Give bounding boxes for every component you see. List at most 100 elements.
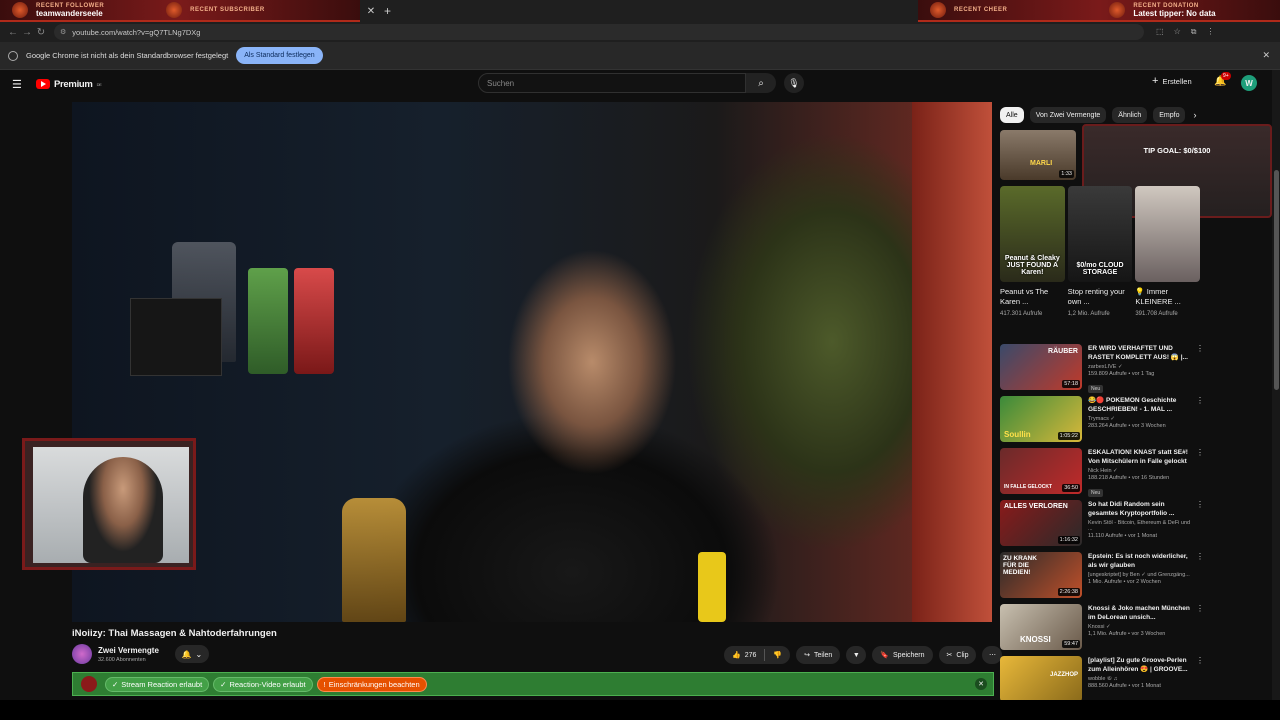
short-title[interactable]: 💡 Immer KLEINERE ... bbox=[1135, 287, 1200, 307]
install-icon[interactable]: ⬚ bbox=[1156, 27, 1164, 37]
video-info: Knossi & Joko machen München im DeLorean… bbox=[1088, 604, 1196, 654]
short-thumbnail[interactable]: MARLI 1:33 bbox=[1000, 130, 1076, 180]
short-title[interactable]: Peanut vs The Karen ... bbox=[1000, 287, 1065, 307]
extension-v-button[interactable]: ▼ bbox=[846, 646, 867, 664]
short-thumbnail[interactable]: Peanut & Cleaky JUST FOUND A Karen! bbox=[1000, 186, 1065, 282]
video-channel[interactable]: zarbexLIVE ✓ bbox=[1088, 364, 1196, 370]
share-button[interactable]: ↪ Teilen bbox=[796, 646, 841, 664]
notifications-button[interactable]: 🔔 9+ bbox=[1214, 72, 1231, 87]
avatar[interactable]: W bbox=[1241, 75, 1257, 91]
chip-similar[interactable]: Ähnlich bbox=[1112, 107, 1148, 123]
close-reaction-bar-icon[interactable]: ✕ bbox=[975, 678, 987, 690]
video-thumbnail[interactable]: ALLES VERLOREN 1:16:32 bbox=[1000, 500, 1082, 546]
video-title[interactable]: So hat Didi Random sein gesamtes Kryptop… bbox=[1088, 500, 1196, 518]
video-channel[interactable]: [ungeskriptet] by Ben ✓ und Grenzgäng... bbox=[1088, 572, 1196, 578]
forward-icon[interactable]: → bbox=[20, 27, 34, 38]
reaction-video-tag: ✓ Reaction-Video erlaubt bbox=[213, 676, 313, 692]
search-button[interactable]: ⌕ bbox=[746, 73, 776, 93]
video-channel[interactable]: wobble ⑥ ♫ bbox=[1088, 676, 1196, 682]
address-bar[interactable]: ⚙ youtube.com/watch?v=gQ7TLNg7DXg bbox=[54, 24, 1144, 40]
share-icon: ↪ bbox=[804, 652, 810, 659]
clip-button[interactable]: ✂ Clip bbox=[938, 646, 977, 664]
video-thumbnail[interactable]: Soullin 1:05:22 bbox=[1000, 396, 1082, 442]
recent-subscriber-title: RECENT SUBSCRIBER bbox=[190, 7, 265, 13]
list-item[interactable]: ZU KRANK FÜR DIE MEDIEN! 2:26:38 Epstein… bbox=[1000, 552, 1204, 602]
new-tab-icon[interactable]: + bbox=[384, 4, 391, 18]
search-input[interactable]: Suchen bbox=[478, 73, 746, 93]
video-channel[interactable]: Kevin Stöl - Bitcoin, Ethereum & DeFi un… bbox=[1088, 520, 1196, 532]
list-item[interactable]: KNOSSI 59:47 Knossi & Joko machen Münche… bbox=[1000, 604, 1204, 654]
video-title[interactable]: ESKALATION! KNAST statt SE#! Von Mitschü… bbox=[1088, 448, 1196, 466]
more-icon[interactable]: ⋮ bbox=[1196, 656, 1204, 665]
chip-recommended[interactable]: Empfo bbox=[1153, 107, 1186, 123]
chip-all[interactable]: Alle bbox=[1000, 107, 1024, 123]
video-thumbnail[interactable]: JAZZHOP bbox=[1000, 656, 1082, 702]
video-player[interactable] bbox=[72, 102, 992, 622]
voice-search-button[interactable]: 🎙 bbox=[784, 73, 804, 93]
video-thumbnail[interactable]: KNOSSI 59:47 bbox=[1000, 604, 1082, 650]
video-channel[interactable]: Trymacs ✓ bbox=[1088, 416, 1196, 422]
video-info: 😂🔴 POKEMON Geschichte GESCHRIEBEN! - 1. … bbox=[1088, 396, 1196, 446]
chrome-icon bbox=[8, 50, 18, 61]
recent-cheer-title: RECENT CHEER bbox=[954, 7, 1008, 13]
list-item[interactable]: Soullin 1:05:22 😂🔴 POKEMON Geschichte GE… bbox=[1000, 396, 1204, 446]
more-icon[interactable]: ⋮ bbox=[1196, 448, 1204, 457]
webcam-overlay bbox=[22, 438, 196, 570]
extensions-icon[interactable]: ⧉ bbox=[1191, 27, 1197, 37]
restrictions-tag[interactable]: ! Einschränkungen beachten bbox=[316, 676, 427, 692]
more-icon[interactable]: ⋮ bbox=[1196, 604, 1204, 613]
list-item[interactable]: ALLES VERLOREN 1:16:32 So hat Didi Rando… bbox=[1000, 500, 1204, 550]
chevron-right-icon[interactable]: › bbox=[1193, 110, 1196, 120]
more-icon[interactable]: ⋮ bbox=[1196, 344, 1204, 353]
v-shield-icon: ▼ bbox=[852, 651, 860, 659]
list-item[interactable]: RÄUBER 57:18 ER WIRD VERHAFTET UND RASTE… bbox=[1000, 344, 1204, 394]
site-info-icon[interactable]: ⚙ bbox=[60, 28, 66, 36]
close-tab-icon[interactable]: ✕ bbox=[364, 6, 378, 17]
more-icon[interactable]: ⋮ bbox=[1196, 552, 1204, 561]
video-decor-box bbox=[130, 298, 222, 376]
page-scrollbar[interactable] bbox=[1272, 70, 1280, 700]
more-icon[interactable]: ⋮ bbox=[1196, 500, 1204, 509]
back-icon[interactable]: ← bbox=[6, 27, 20, 38]
menu-icon[interactable]: ⋮ bbox=[1206, 27, 1214, 37]
video-title[interactable]: ER WIRD VERHAFTET UND RASTET KOMPLETT AU… bbox=[1088, 344, 1196, 362]
video-title[interactable]: 😂🔴 POKEMON Geschichte GESCHRIEBEN! - 1. … bbox=[1088, 396, 1196, 414]
video-thumbnail[interactable]: ZU KRANK FÜR DIE MEDIEN! 2:26:38 bbox=[1000, 552, 1082, 598]
like-button[interactable]: 👍 bbox=[732, 651, 741, 659]
restrictions-label: Einschränkungen beachten bbox=[328, 679, 420, 689]
dislike-button[interactable]: 👎 bbox=[773, 651, 782, 659]
video-title[interactable]: [playlist] Zu gute Groove-Perlen zum All… bbox=[1088, 656, 1196, 674]
scrollbar-thumb[interactable] bbox=[1274, 170, 1279, 390]
list-item[interactable]: JAZZHOP [playlist] Zu gute Groove-Perlen… bbox=[1000, 656, 1204, 706]
bookmark-star-icon[interactable]: ☆ bbox=[1174, 27, 1181, 37]
set-default-button[interactable]: Als Standard festlegen bbox=[236, 47, 323, 64]
url-text[interactable]: youtube.com/watch?v=gQ7TLNg7DXg bbox=[72, 28, 200, 37]
short-thumbnail[interactable] bbox=[1135, 186, 1201, 282]
video-duration: 1:05:22 bbox=[1057, 432, 1080, 440]
subscription-bell-button[interactable]: 🔔 ⌄ bbox=[174, 645, 209, 663]
more-icon[interactable]: ⋮ bbox=[1196, 396, 1204, 405]
video-title[interactable]: Epstein: Es ist noch widerlicher, als wi… bbox=[1088, 552, 1196, 570]
save-button[interactable]: 🔖 Speichern bbox=[872, 646, 933, 664]
menu-hamburger-icon[interactable]: ☰ bbox=[12, 78, 22, 91]
bookmark-icon: 🔖 bbox=[880, 652, 890, 659]
reload-icon[interactable]: ↻ bbox=[34, 27, 48, 38]
cheer-icon bbox=[930, 2, 946, 18]
video-title[interactable]: Knossi & Joko machen München im DeLorean… bbox=[1088, 604, 1196, 622]
video-channel[interactable]: Knossi ✓ bbox=[1088, 624, 1196, 630]
create-button[interactable]: + Erstellen bbox=[1152, 75, 1192, 87]
video-thumbnail[interactable]: IN FALLE GELOCKT 36:50 bbox=[1000, 448, 1082, 494]
video-channel[interactable]: Nick Hein ✓ bbox=[1088, 468, 1196, 474]
like-divider bbox=[764, 649, 766, 661]
list-item[interactable]: IN FALLE GELOCKT 36:50 ESKALATION! KNAST… bbox=[1000, 448, 1204, 498]
chip-channel[interactable]: Von Zwei Vermengte bbox=[1029, 107, 1107, 123]
youtube-logo[interactable]: Premium DE bbox=[36, 79, 102, 90]
short-title[interactable]: Stop renting your own ... bbox=[1068, 287, 1133, 307]
close-infobar-icon[interactable]: ✕ bbox=[1262, 50, 1270, 61]
share-label: Teilen bbox=[814, 651, 833, 659]
reaction-permission-bar: ✓ Stream Reaction erlaubt ✓ Reaction-Vid… bbox=[72, 672, 994, 696]
video-thumbnail[interactable]: RÄUBER 57:18 bbox=[1000, 344, 1082, 390]
channel-avatar[interactable] bbox=[72, 644, 92, 664]
channel-name[interactable]: Zwei Vermengte bbox=[98, 646, 159, 655]
short-thumbnail[interactable]: $0/mo CLOUD STORAGE bbox=[1067, 186, 1133, 282]
